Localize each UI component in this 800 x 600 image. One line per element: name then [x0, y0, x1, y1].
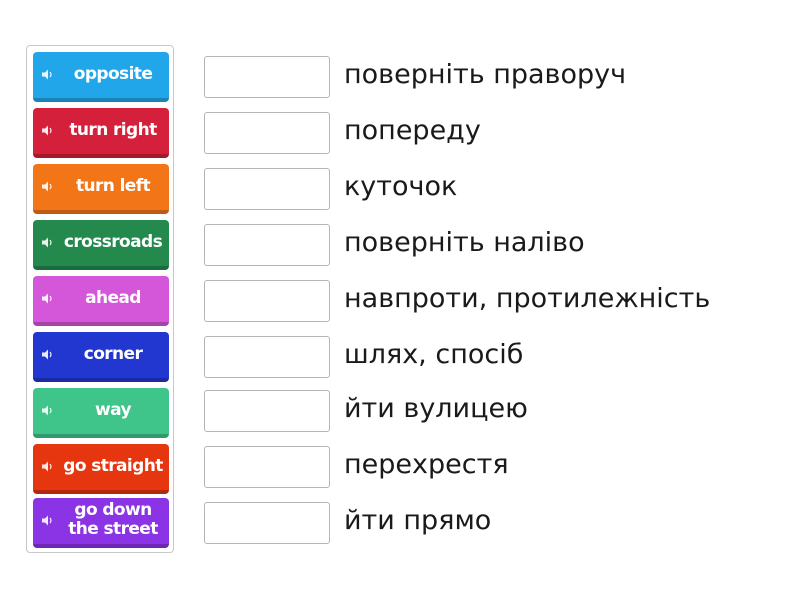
speaker-icon[interactable]	[42, 125, 54, 136]
speaker-icon[interactable]	[42, 515, 54, 526]
tile-label: opposite	[73, 63, 153, 84]
answer-text: куточок	[344, 171, 458, 202]
tile-label: turn left	[75, 175, 151, 196]
tile-ahead[interactable]: ahead	[33, 276, 169, 326]
tile-opposite[interactable]: opposite	[33, 52, 169, 102]
drop-box-1[interactable]	[204, 56, 330, 98]
drop-box-5[interactable]	[204, 280, 330, 322]
answer-text: навпроти, протилежність	[344, 283, 711, 314]
speaker-icon[interactable]	[42, 405, 54, 416]
answer-text: йти прямо	[344, 505, 492, 536]
answer-text: йти вулицею	[344, 393, 528, 424]
drop-box-9[interactable]	[204, 502, 330, 544]
answer-text: поверніть праворуч	[344, 59, 627, 90]
tile-corner[interactable]: corner	[33, 332, 169, 382]
tile-label: ahead	[85, 287, 141, 308]
answer-text: шлях, спосіб	[344, 339, 524, 370]
answer-text: поверніть наліво	[344, 227, 585, 258]
tile-crossroads[interactable]: crossroads	[33, 220, 169, 270]
speaker-icon[interactable]	[42, 349, 54, 360]
drop-box-8[interactable]	[204, 446, 330, 488]
drop-box-3[interactable]	[204, 168, 330, 210]
tile-turn-left[interactable]: turn left	[33, 164, 169, 214]
drop-box-2[interactable]	[204, 112, 330, 154]
tile-go-straight[interactable]: go straight	[33, 444, 169, 494]
tile-label: turn right	[69, 119, 157, 140]
tile-panel: opposite turn right turn left crossroads…	[26, 45, 174, 553]
tile-label: go straight	[63, 455, 163, 476]
speaker-icon[interactable]	[42, 293, 54, 304]
drop-box-4[interactable]	[204, 224, 330, 266]
speaker-icon[interactable]	[42, 461, 54, 472]
answer-text: попереду	[344, 115, 481, 146]
speaker-icon[interactable]	[42, 237, 54, 248]
tile-label: corner	[83, 343, 143, 364]
tile-turn-right[interactable]: turn right	[33, 108, 169, 158]
tile-go-down-the-street[interactable]: go down the street	[33, 498, 169, 548]
tile-label: crossroads	[63, 231, 163, 252]
drop-box-7[interactable]	[204, 390, 330, 432]
answer-text: перехрестя	[344, 449, 509, 480]
tile-label: go down the street	[68, 500, 158, 539]
speaker-icon[interactable]	[42, 69, 54, 80]
speaker-icon[interactable]	[42, 181, 54, 192]
tile-label: way	[95, 399, 132, 420]
match-up-activity: opposite turn right turn left crossroads…	[0, 0, 800, 600]
drop-box-6[interactable]	[204, 336, 330, 378]
tile-way[interactable]: way	[33, 388, 169, 438]
